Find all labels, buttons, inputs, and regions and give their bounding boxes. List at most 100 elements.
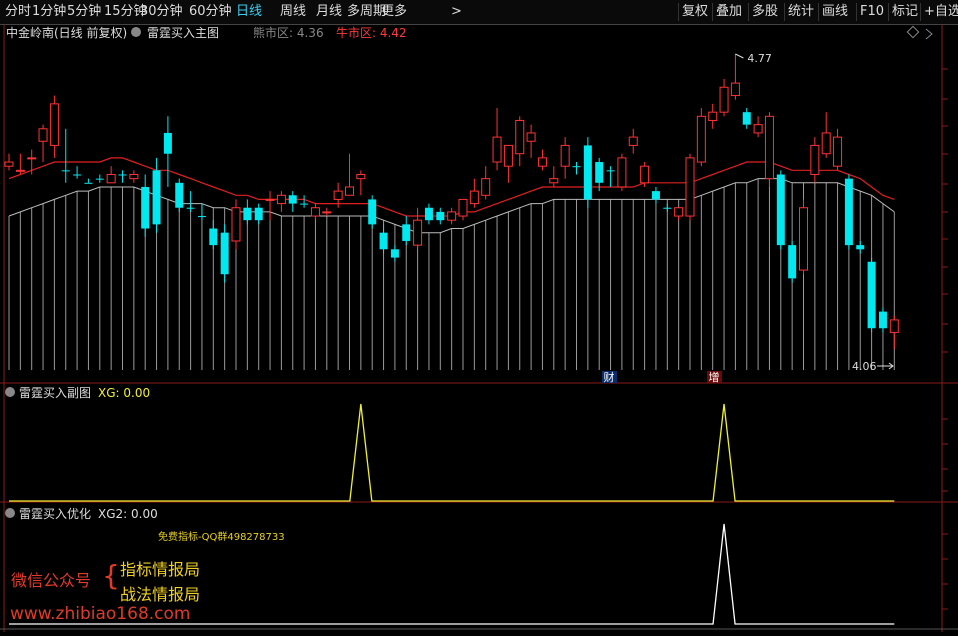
candle-body <box>402 224 411 241</box>
candle-body <box>799 207 808 271</box>
candle-body <box>730 82 740 97</box>
candle <box>889 315 899 349</box>
candle <box>730 54 740 100</box>
candle-body <box>674 207 684 217</box>
watermark-url: www.zhibiao168.com <box>10 604 191 624</box>
candle-body <box>583 145 592 200</box>
candle <box>503 144 513 183</box>
candle <box>628 128 638 154</box>
candle <box>106 166 116 184</box>
toolbar-button-5[interactable]: F10 <box>856 3 887 21</box>
tab-period-10[interactable]: 更多 <box>381 0 407 24</box>
candle <box>549 166 559 187</box>
candle <box>685 153 695 221</box>
bear-zone-label: 熊市区: 4.36 <box>253 25 324 40</box>
candle-body <box>708 111 718 121</box>
candle <box>560 137 570 179</box>
tab-period-7[interactable]: 周线 <box>280 0 306 24</box>
candle <box>696 108 706 167</box>
candle-body <box>163 132 172 154</box>
candle <box>595 157 604 192</box>
candle-body <box>776 174 785 246</box>
subpane1-value: XG: 0.00 <box>98 386 150 400</box>
candle-body <box>560 144 570 167</box>
candle <box>821 112 831 158</box>
candle-body <box>595 162 604 183</box>
candle-body <box>95 178 104 180</box>
watermark-brace: { <box>102 559 120 592</box>
toolbar-button-7[interactable]: +自选 <box>920 3 958 21</box>
candle-body <box>231 207 241 242</box>
stock-title: 中金岭南(日线 前复权) <box>6 25 127 40</box>
candle-body <box>878 311 887 329</box>
candle-body <box>810 144 820 175</box>
chart-panes: 中金岭南(日线 前复权) 雷霆买入主图 熊市区: 4.36 牛市区: 4.42 4.77… <box>0 24 958 632</box>
event-marker-zeng-label: 增 <box>709 370 720 384</box>
promo-text: 免费指标-QQ群498278733 <box>158 530 285 543</box>
candle-body <box>186 207 195 209</box>
candle <box>390 245 399 262</box>
tab-period-6[interactable]: 日线 <box>236 0 262 24</box>
indicator-dropdown-icon <box>131 27 141 37</box>
candle-body <box>4 161 14 167</box>
candle <box>572 162 581 175</box>
candle <box>844 174 853 250</box>
candle-body <box>572 166 581 168</box>
toolbar-button-4[interactable]: 画线 <box>818 3 851 21</box>
candle <box>322 207 332 217</box>
candle-body <box>617 157 627 188</box>
candle-body <box>118 174 127 176</box>
kline-chart[interactable]: 中金岭南(日线 前复权) 雷霆买入主图 熊市区: 4.36 牛市区: 4.42 4.77… <box>0 24 958 632</box>
candle <box>49 95 59 158</box>
toolbar-button-2[interactable]: 多股 <box>748 3 781 21</box>
candle <box>640 162 650 187</box>
candle-body <box>276 194 286 205</box>
toolbar-button-0[interactable]: 复权 <box>678 3 711 21</box>
candle-body <box>368 199 377 225</box>
candle-body <box>663 207 672 209</box>
candle <box>175 178 184 212</box>
candle <box>583 137 592 208</box>
candle <box>118 170 127 183</box>
candle-body <box>310 207 320 217</box>
candle <box>413 207 423 250</box>
subpane1-dropdown-icon <box>5 387 15 397</box>
tab-period-8[interactable]: 月线 <box>316 0 342 24</box>
candle-body <box>481 178 491 196</box>
candle <box>481 166 491 200</box>
candle <box>424 203 433 225</box>
candle <box>526 124 536 158</box>
candle <box>276 191 286 212</box>
candle-body <box>719 86 729 113</box>
candle <box>799 199 808 275</box>
tab-period-1[interactable]: 1分钟 <box>32 0 66 24</box>
more-chevron-icon[interactable]: > <box>451 0 462 24</box>
candle <box>379 224 388 254</box>
candle <box>61 128 70 183</box>
main-indicator-name: 雷霆买入主图 <box>147 26 219 40</box>
candle-body <box>447 211 457 221</box>
toolbar-button-3[interactable]: 统计 <box>784 3 817 21</box>
candle-body <box>209 228 218 246</box>
candle-body <box>833 136 843 167</box>
toolbar-button-1[interactable]: 叠加 <box>712 3 745 21</box>
candle <box>15 153 25 175</box>
xg-signal-line <box>9 403 895 502</box>
subpane2-dropdown-icon <box>5 508 15 518</box>
event-marker-cai-label: 财 <box>604 370 615 384</box>
candle-body <box>49 103 59 146</box>
candle <box>243 199 252 225</box>
toolbar-button-6[interactable]: 标记 <box>888 3 921 21</box>
candle-body <box>106 173 116 184</box>
candle <box>764 112 774 187</box>
tab-period-4[interactable]: 30分钟 <box>140 0 183 24</box>
candle-body <box>15 169 25 172</box>
candle <box>878 307 887 333</box>
tab-period-2[interactable]: 5分钟 <box>67 0 101 24</box>
tab-period-5[interactable]: 60分钟 <box>189 0 232 24</box>
candle <box>368 195 377 229</box>
candle <box>220 224 229 283</box>
tab-period-0[interactable]: 分时 <box>5 0 31 24</box>
candle <box>719 78 729 117</box>
candle <box>833 128 843 171</box>
